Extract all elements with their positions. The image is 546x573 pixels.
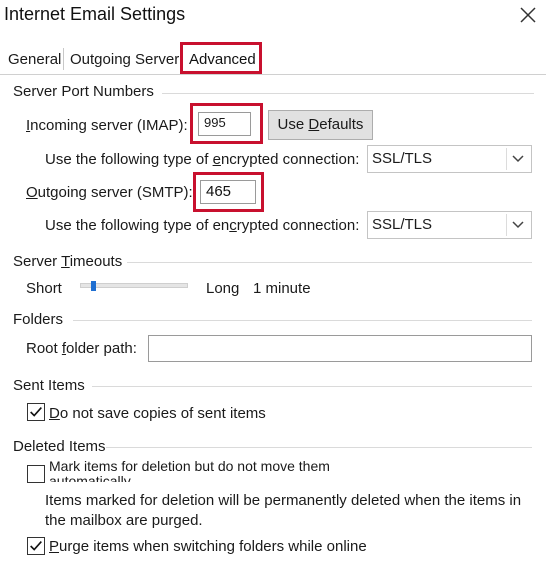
deletion-info-line2: the mailbox are purged. — [45, 512, 203, 529]
mark-deletion-checkbox[interactable] — [27, 465, 45, 483]
tab-advanced-highlight — [180, 42, 262, 74]
tab-bar: General Outgoing Server Advanced — [0, 42, 546, 76]
outgoing-encryption-label: Use the following type of encrypted conn… — [45, 217, 360, 234]
outgoing-server-label: Outgoing server (SMTP): — [26, 184, 193, 201]
purge-label[interactable]: Purge items when switching folders while… — [49, 538, 367, 555]
timeout-value: 1 minute — [253, 280, 311, 297]
mark-deletion-label-line2: automatically — [49, 474, 131, 482]
timeout-slider-thumb[interactable] — [91, 281, 96, 291]
root-folder-input[interactable] — [148, 335, 532, 362]
chevron-down-icon — [506, 214, 524, 236]
incoming-encryption-label: Use the following type of encrypted conn… — [45, 151, 360, 168]
no-copies-checkbox[interactable] — [27, 403, 45, 421]
folders-group-label: Folders — [13, 311, 70, 328]
deletion-info-line1: Items marked for deletion will be perman… — [45, 492, 522, 509]
outgoing-encryption-select[interactable]: SSL/TLS — [367, 211, 532, 239]
checkmark-icon — [30, 541, 42, 551]
timeout-slider-track[interactable] — [80, 281, 188, 291]
sent-items-group-label: Sent Items — [13, 377, 91, 394]
close-icon[interactable] — [515, 2, 541, 28]
incoming-port-input[interactable]: 995 — [198, 112, 251, 136]
mark-deletion-label-line1[interactable]: Mark items for deletion but do not move … — [49, 458, 330, 474]
no-copies-label[interactable]: Do not save copies of sent items — [49, 405, 266, 422]
timeout-long-label: Long — [206, 280, 240, 297]
chevron-down-icon — [506, 148, 524, 170]
purge-checkbox[interactable] — [27, 537, 45, 555]
use-defaults-button[interactable]: Use Defaults — [268, 110, 373, 140]
deleted-items-group-label: Deleted Items — [13, 438, 112, 455]
server-timeouts-group-label: Server Timeouts — [13, 253, 129, 270]
tab-outgoing-server[interactable]: Outgoing Server — [70, 46, 179, 74]
root-folder-label: Root folder path: — [26, 340, 137, 357]
timeout-short-label: Short — [26, 280, 62, 297]
checkmark-icon — [30, 407, 42, 417]
window-title: Internet Email Settings — [4, 4, 186, 24]
incoming-encryption-select[interactable]: SSL/TLS — [367, 145, 532, 173]
incoming-server-label: Incoming server (IMAP): — [26, 117, 188, 134]
tab-general[interactable]: General — [8, 46, 61, 74]
outgoing-port-input[interactable]: 465 — [200, 180, 256, 204]
server-ports-group-label: Server Port Numbers — [13, 83, 160, 100]
